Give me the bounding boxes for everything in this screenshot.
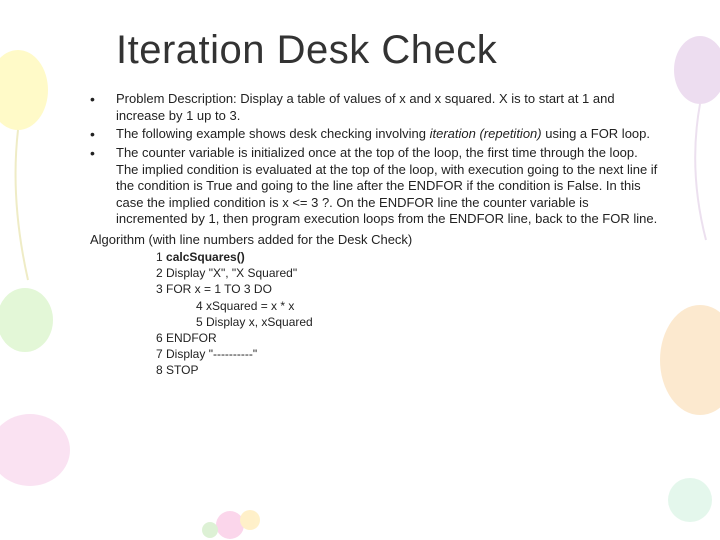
- bullet-item: The following example shows desk checkin…: [90, 126, 662, 143]
- code-line: 4 xSquared = x * x: [196, 298, 672, 314]
- algorithm-heading: Algorithm (with line numbers added for t…: [90, 232, 672, 247]
- bullet-text-before: The following example shows desk checkin…: [116, 126, 430, 141]
- code-line: 1 calcSquares(): [156, 249, 672, 265]
- algorithm-code: 1 calcSquares() 2 Display "X", "X Square…: [156, 249, 672, 379]
- bullet-list: Problem Description: Display a table of …: [56, 91, 672, 228]
- page-title: Iteration Desk Check: [116, 28, 672, 73]
- code-line: 5 Display x, xSquared: [196, 314, 672, 330]
- code-line: 2 Display "X", "X Squared": [156, 265, 672, 281]
- code-line: 8 STOP: [156, 362, 672, 378]
- bullet-item: Problem Description: Display a table of …: [90, 91, 662, 124]
- bullet-item: The counter variable is initialized once…: [90, 145, 662, 228]
- bullet-text-after: using a FOR loop.: [542, 126, 650, 141]
- code-line-num: 1: [156, 250, 166, 264]
- code-line: 3 FOR x = 1 TO 3 DO: [156, 281, 672, 297]
- italic-phrase: iteration (repetition): [430, 126, 542, 141]
- code-proc-name: calcSquares(): [166, 250, 245, 264]
- code-line: 6 ENDFOR: [156, 330, 672, 346]
- code-line: 7 Display "----------": [156, 346, 672, 362]
